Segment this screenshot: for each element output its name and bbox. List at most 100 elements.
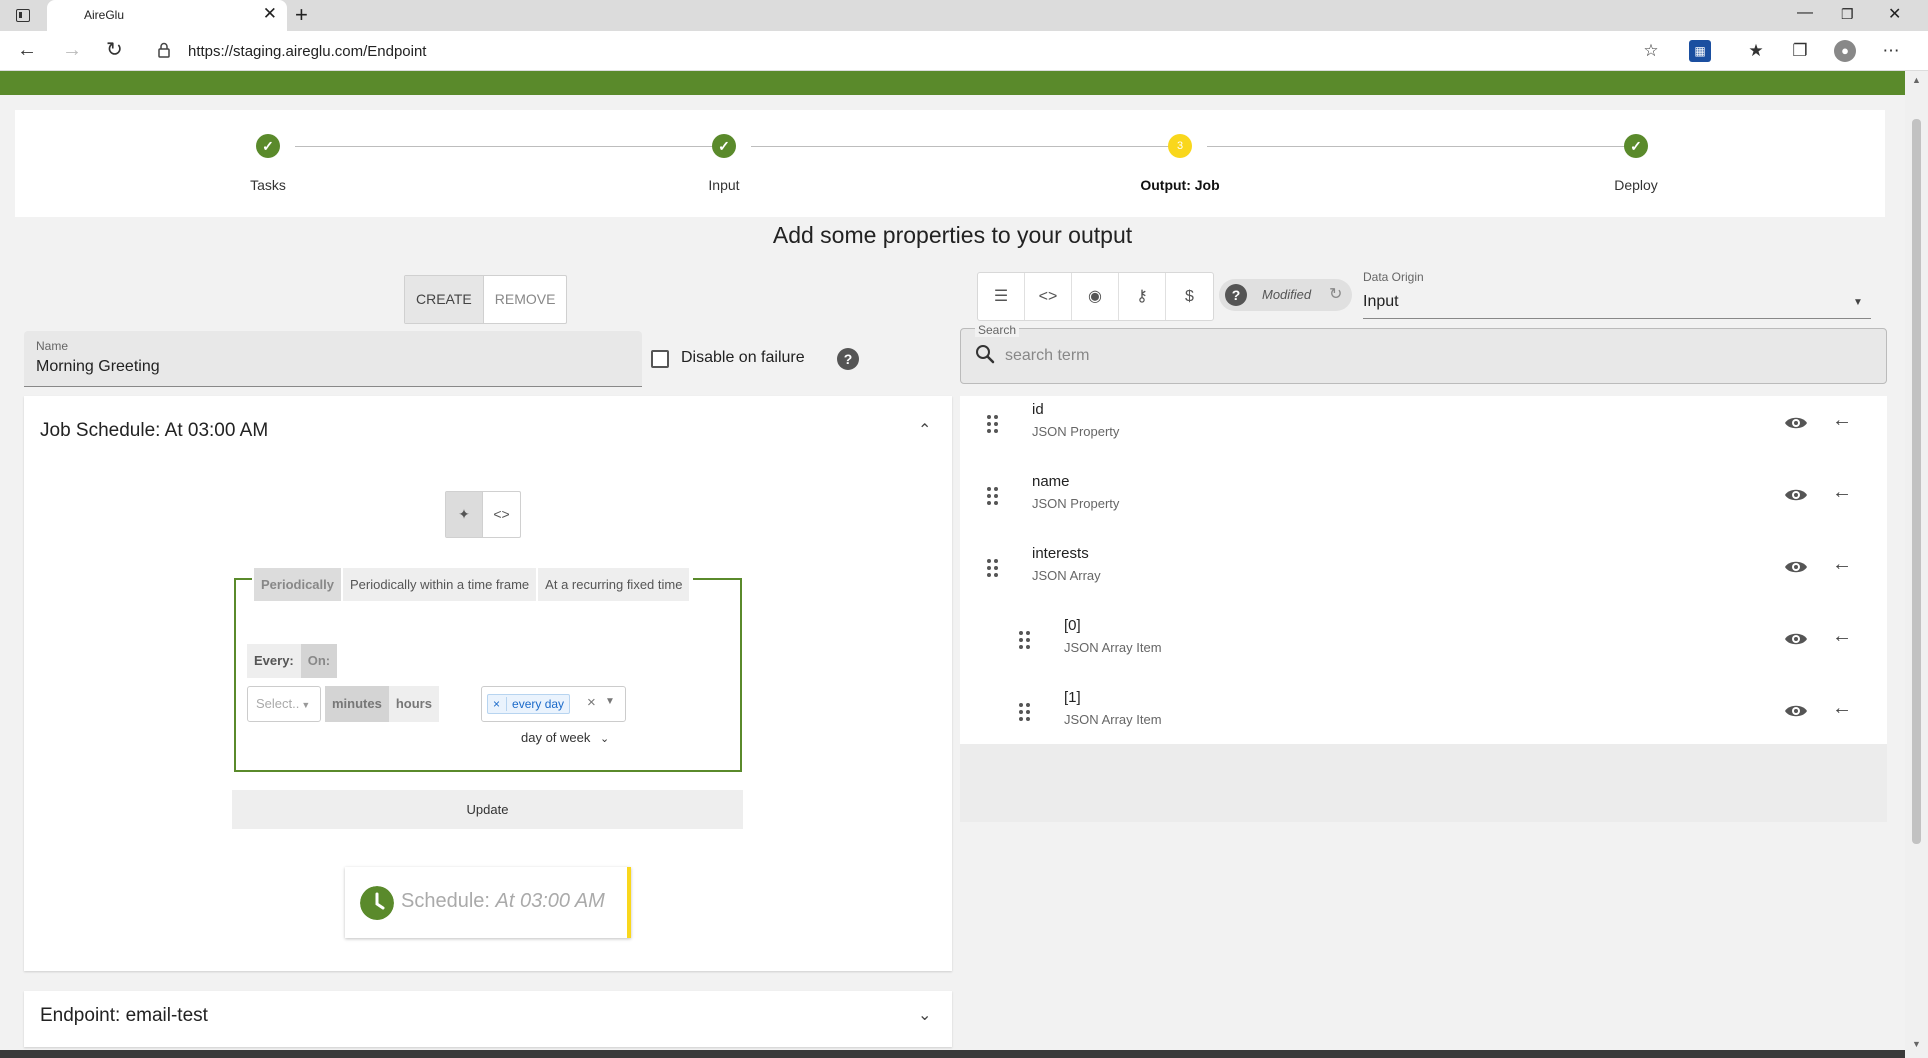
caret-down-icon[interactable]: ▼ (1853, 297, 1863, 308)
step-label-deploy[interactable]: Deploy (1536, 177, 1736, 193)
chevron-up-icon[interactable]: ⌃ (918, 420, 931, 440)
more-menu-icon[interactable]: ⋯ (1880, 40, 1902, 62)
tab-recurring-fixed-time[interactable]: At a recurring fixed time (538, 568, 690, 601)
modified-label: Modified (1262, 287, 1312, 302)
extension-icon[interactable]: ▦ (1689, 40, 1711, 62)
endpoint-panel-title[interactable]: Endpoint: email-test (40, 1005, 208, 1027)
dollar-icon[interactable]: $ (1166, 273, 1213, 320)
drag-handle-icon[interactable] (1019, 631, 1031, 651)
cron-tabs: Periodically Periodically within a time … (252, 568, 694, 601)
chip-remove-icon[interactable]: × (493, 697, 508, 711)
every-button[interactable]: Every: (247, 644, 301, 678)
disable-on-failure-checkbox[interactable] (651, 350, 669, 368)
search-input[interactable] (1005, 343, 1805, 369)
minimize-icon[interactable]: — (1797, 4, 1813, 22)
on-button[interactable]: On: (300, 644, 338, 678)
url-box[interactable]: https://staging.aireglu.com/Endpoint (145, 36, 1655, 66)
every-on-toggle: Every: On: (247, 644, 338, 678)
clear-icon[interactable]: × (587, 694, 596, 711)
tab-periodically-time-frame[interactable]: Periodically within a time frame (342, 568, 537, 601)
list-item[interactable]: interests JSON Array ← (960, 540, 1887, 612)
day-of-week-select[interactable]: day of week ⌄ (521, 730, 609, 745)
help-icon[interactable]: ? (837, 348, 859, 370)
arrow-left-icon[interactable]: ← (1832, 409, 1852, 432)
magic-wand-icon[interactable]: ✦ (446, 492, 483, 537)
refresh-icon[interactable]: ↻ (1329, 284, 1342, 304)
scroll-down-icon[interactable]: ▼ (1912, 1039, 1921, 1049)
list-icon[interactable]: ☰ (978, 273, 1025, 320)
arrow-left-icon[interactable]: ← (1832, 625, 1852, 648)
page-scrollbar[interactable]: ▲ ▼ (1905, 71, 1928, 1058)
eye-icon[interactable] (1784, 411, 1808, 435)
drag-handle-icon[interactable] (987, 487, 999, 507)
data-origin-select[interactable]: Input (1363, 293, 1399, 311)
step-done-check-icon[interactable]: ✓ (712, 134, 736, 158)
lock-icon (158, 42, 170, 58)
name-field[interactable]: Name Morning Greeting (24, 331, 642, 387)
schedule-prefix: Schedule: (401, 890, 496, 912)
job-schedule-title[interactable]: Job Schedule: At 03:00 AM (40, 420, 268, 442)
eye-icon[interactable]: ◉ (1072, 273, 1119, 320)
tab-close-icon[interactable]: ✕ (263, 5, 277, 23)
disable-on-failure-label[interactable]: Disable on failure (681, 349, 805, 367)
forward-icon[interactable]: → (62, 39, 82, 61)
property-type: JSON Array Item (1064, 640, 1162, 655)
favorite-star-icon[interactable]: ☆ (1640, 40, 1662, 62)
tab-periodically[interactable]: Periodically (254, 568, 341, 601)
minutes-button[interactable]: minutes (325, 686, 389, 722)
help-icon[interactable]: ? (1225, 284, 1247, 306)
browser-tab[interactable]: AireGlu ✕ (47, 0, 287, 31)
window-close-icon[interactable]: ✕ (1888, 4, 1901, 24)
eye-icon[interactable] (1784, 627, 1808, 651)
eye-icon[interactable] (1784, 483, 1808, 507)
window-menu-icon[interactable] (16, 9, 30, 22)
drag-handle-icon[interactable] (987, 559, 999, 579)
data-origin-label: Data Origin (1363, 270, 1424, 284)
interval-select[interactable]: Select.. ▼ (247, 686, 321, 722)
step-done-check-icon[interactable]: ✓ (1624, 134, 1648, 158)
modified-chip[interactable]: ? Modified ↻ (1219, 279, 1352, 311)
remove-button[interactable]: REMOVE (484, 276, 567, 323)
scrollbar-thumb[interactable] (1912, 119, 1921, 844)
every-day-chip[interactable]: × every day (487, 694, 571, 714)
chip-label: every day (512, 697, 565, 711)
step-label-input[interactable]: Input (624, 177, 824, 193)
list-item[interactable]: id JSON Property ← (960, 396, 1887, 468)
drag-handle-icon[interactable] (1019, 703, 1031, 723)
eye-icon[interactable] (1784, 555, 1808, 579)
arrow-left-icon[interactable]: ← (1832, 553, 1852, 576)
step-label-output-job[interactable]: Output: Job (1080, 177, 1280, 193)
step-label-tasks[interactable]: Tasks (168, 177, 368, 193)
eye-icon[interactable] (1784, 699, 1808, 723)
key-icon[interactable]: ⚷ (1119, 273, 1166, 320)
update-button[interactable]: Update (232, 790, 743, 829)
scroll-up-icon[interactable]: ▲ (1912, 75, 1921, 85)
code-icon[interactable]: <> (1025, 273, 1072, 320)
restore-icon[interactable]: ❐ (1841, 6, 1854, 23)
favorites-icon[interactable]: ★ (1745, 40, 1767, 62)
interval-select-placeholder: Select.. (256, 696, 300, 711)
hours-button[interactable]: hours (388, 686, 439, 722)
name-field-label: Name (36, 339, 69, 353)
back-icon[interactable]: ← (17, 39, 37, 61)
collections-icon[interactable]: ❐ (1789, 40, 1811, 62)
arrow-left-icon[interactable]: ← (1832, 481, 1852, 504)
day-multiselect[interactable]: × every day × ▼ (481, 686, 626, 722)
profile-avatar-icon[interactable]: ● (1834, 40, 1856, 62)
reload-icon[interactable]: ↻ (106, 39, 123, 61)
drag-handle-icon[interactable] (987, 415, 999, 435)
code-icon[interactable]: <> (483, 492, 520, 537)
new-tab-icon[interactable]: + (295, 3, 308, 27)
search-field[interactable]: Search (960, 323, 1887, 384)
chevron-down-icon[interactable]: ⌄ (918, 1005, 931, 1025)
step-done-check-icon[interactable]: ✓ (256, 134, 280, 158)
list-item[interactable]: name JSON Property ← (960, 468, 1887, 540)
list-item[interactable]: [0] JSON Array Item ← (960, 612, 1887, 684)
property-list: id JSON Property ← name JSON Property ← … (960, 396, 1887, 744)
step-active-number[interactable]: 3 (1168, 134, 1192, 158)
arrow-left-icon[interactable]: ← (1832, 697, 1852, 720)
caret-down-icon[interactable]: ▼ (605, 696, 615, 707)
create-button[interactable]: CREATE (405, 276, 484, 323)
name-field-value[interactable]: Morning Greeting (36, 358, 160, 376)
schedule-summary-card: Schedule: At 03:00 AM (345, 867, 631, 938)
